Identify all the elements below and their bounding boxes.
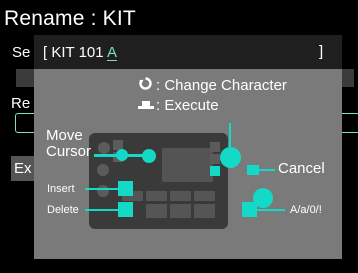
legend-execute: : Execute [138, 97, 219, 114]
background-row-label: Se [12, 44, 31, 61]
press-button-icon [138, 97, 154, 114]
insert-pad-highlight [118, 181, 133, 196]
bracket-right: ] [319, 43, 324, 60]
value-dial-highlight [220, 147, 241, 168]
button-small-icon [210, 142, 220, 152]
legend-execute-text: : Execute [156, 97, 219, 114]
delete-pad-highlight [118, 202, 133, 217]
background-row-label-2: Re [11, 95, 31, 112]
rotate-knob-icon [138, 77, 152, 94]
name-field[interactable]: [ KIT 101 A [43, 44, 117, 61]
page-title: Rename : KIT [4, 7, 136, 30]
delete-label: Delete [47, 204, 79, 216]
insert-label: Insert [47, 183, 75, 195]
cancel-pointer-line [259, 169, 275, 171]
move-cursor-label-line1: Move [46, 127, 83, 144]
name-edit-bar[interactable]: [ KIT 101 A ] [34, 35, 342, 69]
cancel-label: Cancel [278, 160, 325, 177]
pad-icon [194, 204, 215, 218]
move-cursor-label-line2: Cursor [46, 143, 92, 160]
pad-icon [170, 191, 191, 201]
device-screen [162, 148, 213, 182]
name-prefix: KIT 101 [51, 44, 107, 61]
knob-small-icon [97, 185, 109, 197]
move-cursor-pointer-line [94, 154, 144, 157]
device-diagram [89, 133, 273, 229]
case-pad-highlight [242, 202, 257, 217]
button-small-icon [210, 154, 220, 164]
cursor-knob-highlight [142, 149, 156, 163]
cursor-character: A [106, 44, 117, 61]
cancel-button-highlight [247, 165, 259, 175]
bracket-left: [ [43, 44, 48, 61]
legend-change-text: : Change Character [156, 77, 287, 94]
pad-icon [194, 191, 215, 201]
insert-pointer-line [85, 188, 118, 190]
pad-icon [146, 191, 167, 201]
legend-change-character: : Change Character [138, 77, 287, 94]
rename-help-dialog: [ KIT 101 A ] : Change Character : Execu… [34, 35, 342, 259]
knob-small-icon [97, 164, 109, 176]
cancel-button-icon [210, 166, 220, 176]
case-label: A/a/0/! [290, 204, 322, 216]
value-dial-pointer-line [229, 123, 231, 149]
case-pointer-line [257, 209, 285, 211]
pad-icon [170, 204, 191, 218]
delete-pointer-line [85, 209, 118, 211]
pad-icon [146, 204, 167, 218]
knob-small-icon [98, 142, 110, 154]
